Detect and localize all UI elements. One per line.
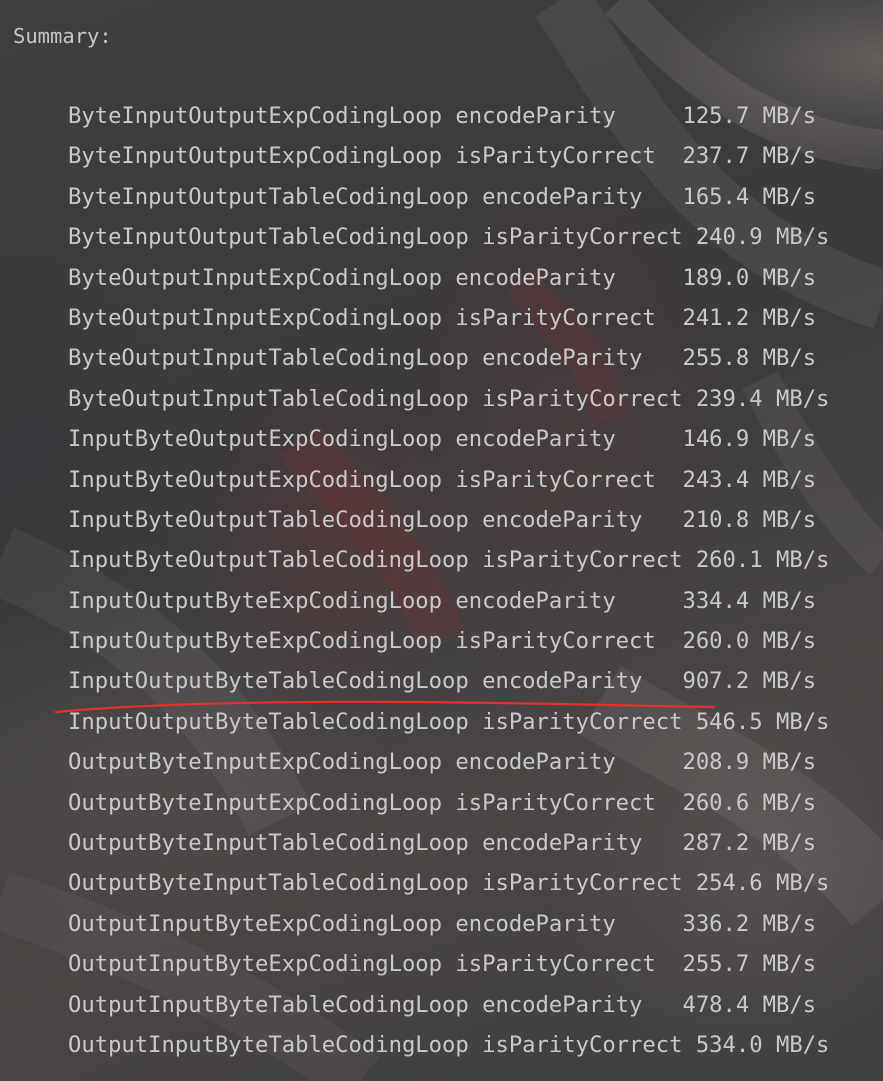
- benchmark-name: OutputByteInputTableCodingLoop isParityC…: [68, 870, 696, 897]
- throughput-value: 478.4 MB/s: [682, 991, 817, 1018]
- result-row: InputOutputByteTableCodingLoop encodePar…: [68, 665, 829, 705]
- benchmark-name: InputOutputByteTableCodingLoop encodePar…: [68, 668, 683, 695]
- throughput-value: 241.2 MB/s: [682, 304, 817, 331]
- benchmark-name: OutputInputByteTableCodingLoop encodePar…: [68, 991, 683, 1018]
- benchmark-name: OutputInputByteExpCodingLoop encodeParit…: [68, 910, 683, 937]
- benchmark-name: InputByteOutputTableCodingLoop isParityC…: [68, 547, 696, 574]
- throughput-value: 260.0 MB/s: [682, 628, 817, 655]
- benchmark-name: ByteInputOutputExpCodingLoop isParityCor…: [68, 143, 683, 170]
- result-row: OutputByteInputExpCodingLoop encodeParit…: [68, 746, 829, 786]
- result-row: ByteOutputInputTableCodingLoop encodePar…: [68, 342, 829, 382]
- benchmark-name: InputByteOutputTableCodingLoop encodePar…: [68, 506, 683, 533]
- benchmark-name: OutputByteInputTableCodingLoop encodePar…: [68, 830, 683, 857]
- result-row: OutputInputByteExpCodingLoop isParityCor…: [68, 948, 829, 988]
- benchmark-name: ByteInputOutputTableCodingLoop encodePar…: [68, 183, 683, 210]
- throughput-value: 237.7 MB/s: [682, 143, 817, 170]
- throughput-value: 336.2 MB/s: [682, 910, 817, 937]
- result-row: OutputInputByteExpCodingLoop encodeParit…: [68, 908, 829, 948]
- result-row: ByteOutputInputExpCodingLoop isParityCor…: [68, 302, 829, 342]
- result-row: ByteOutputInputTableCodingLoop isParityC…: [68, 383, 829, 423]
- throughput-value: 254.6 MB/s: [695, 870, 830, 897]
- benchmark-name: OutputInputByteTableCodingLoop isParityC…: [68, 1031, 696, 1058]
- benchmark-name: OutputByteInputExpCodingLoop isParityCor…: [68, 789, 683, 816]
- throughput-value: 240.9 MB/s: [695, 224, 830, 251]
- result-row: OutputInputByteTableCodingLoop encodePar…: [68, 989, 829, 1029]
- result-row: OutputByteInputTableCodingLoop encodePar…: [68, 827, 829, 867]
- throughput-value: 287.2 MB/s: [682, 830, 817, 857]
- throughput-value: 210.8 MB/s: [682, 506, 817, 533]
- benchmark-name: ByteInputOutputTableCodingLoop isParityC…: [68, 224, 696, 251]
- throughput-value: 255.8 MB/s: [682, 345, 817, 372]
- result-row: InputByteOutputExpCodingLoop encodeParit…: [68, 423, 829, 463]
- benchmark-name: InputOutputByteExpCodingLoop isParityCor…: [68, 628, 683, 655]
- benchmark-name: OutputInputByteExpCodingLoop isParityCor…: [68, 951, 683, 978]
- throughput-value: 189.0 MB/s: [682, 264, 817, 291]
- result-row: InputOutputByteTableCodingLoop isParityC…: [68, 706, 829, 746]
- terminal-output: Summary: ByteInputOutputExpCodingLoop en…: [0, 0, 883, 1081]
- benchmark-name: InputOutputByteExpCodingLoop encodeParit…: [68, 587, 683, 614]
- throughput-value: 260.6 MB/s: [682, 789, 817, 816]
- result-row: InputByteOutputTableCodingLoop encodePar…: [68, 504, 829, 544]
- throughput-value: 546.5 MB/s: [695, 708, 830, 735]
- benchmark-name: ByteInputOutputExpCodingLoop encodeParit…: [68, 103, 683, 129]
- result-row: ByteInputOutputTableCodingLoop encodePar…: [68, 181, 829, 221]
- result-row: ByteInputOutputTableCodingLoop isParityC…: [68, 221, 829, 261]
- throughput-value: 255.7 MB/s: [682, 951, 817, 978]
- summary-heading: Summary:: [13, 24, 112, 48]
- benchmark-name: ByteOutputInputTableCodingLoop encodePar…: [68, 345, 683, 372]
- result-row: InputOutputByteExpCodingLoop encodeParit…: [68, 585, 829, 625]
- benchmark-name: ByteOutputInputExpCodingLoop isParityCor…: [68, 304, 683, 331]
- throughput-value: 239.4 MB/s: [695, 385, 830, 412]
- throughput-value: 165.4 MB/s: [682, 183, 817, 210]
- result-row: InputByteOutputExpCodingLoop isParityCor…: [68, 464, 829, 504]
- result-row: ByteOutputInputExpCodingLoop encodeParit…: [68, 262, 829, 302]
- benchmark-name: InputOutputByteTableCodingLoop isParityC…: [68, 708, 696, 735]
- benchmark-name: InputByteOutputExpCodingLoop encodeParit…: [68, 426, 683, 453]
- throughput-value: 334.4 MB/s: [682, 587, 817, 614]
- benchmark-name: ByteOutputInputExpCodingLoop encodeParit…: [68, 264, 683, 291]
- throughput-value: 260.1 MB/s: [695, 547, 830, 574]
- throughput-value: 146.9 MB/s: [682, 426, 817, 453]
- result-row: OutputByteInputTableCodingLoop isParityC…: [68, 867, 829, 907]
- benchmark-name: OutputByteInputExpCodingLoop encodeParit…: [68, 749, 683, 776]
- benchmark-name: InputByteOutputExpCodingLoop isParityCor…: [68, 466, 683, 493]
- benchmark-results-list: ByteInputOutputExpCodingLoop encodeParit…: [68, 100, 829, 1069]
- throughput-value: 907.2 MB/s: [682, 668, 817, 695]
- throughput-value: 534.0 MB/s: [695, 1031, 830, 1058]
- result-row: OutputByteInputExpCodingLoop isParityCor…: [68, 787, 829, 827]
- benchmark-name: ByteOutputInputTableCodingLoop isParityC…: [68, 385, 696, 412]
- result-row: ByteInputOutputExpCodingLoop encodeParit…: [68, 100, 829, 140]
- result-row: InputOutputByteExpCodingLoop isParityCor…: [68, 625, 829, 665]
- result-row: ByteInputOutputExpCodingLoop isParityCor…: [68, 140, 829, 180]
- throughput-value: 125.7 MB/s: [682, 103, 817, 129]
- throughput-value: 208.9 MB/s: [682, 749, 817, 776]
- throughput-value: 243.4 MB/s: [682, 466, 817, 493]
- result-row: InputByteOutputTableCodingLoop isParityC…: [68, 544, 829, 584]
- result-row: OutputInputByteTableCodingLoop isParityC…: [68, 1029, 829, 1069]
